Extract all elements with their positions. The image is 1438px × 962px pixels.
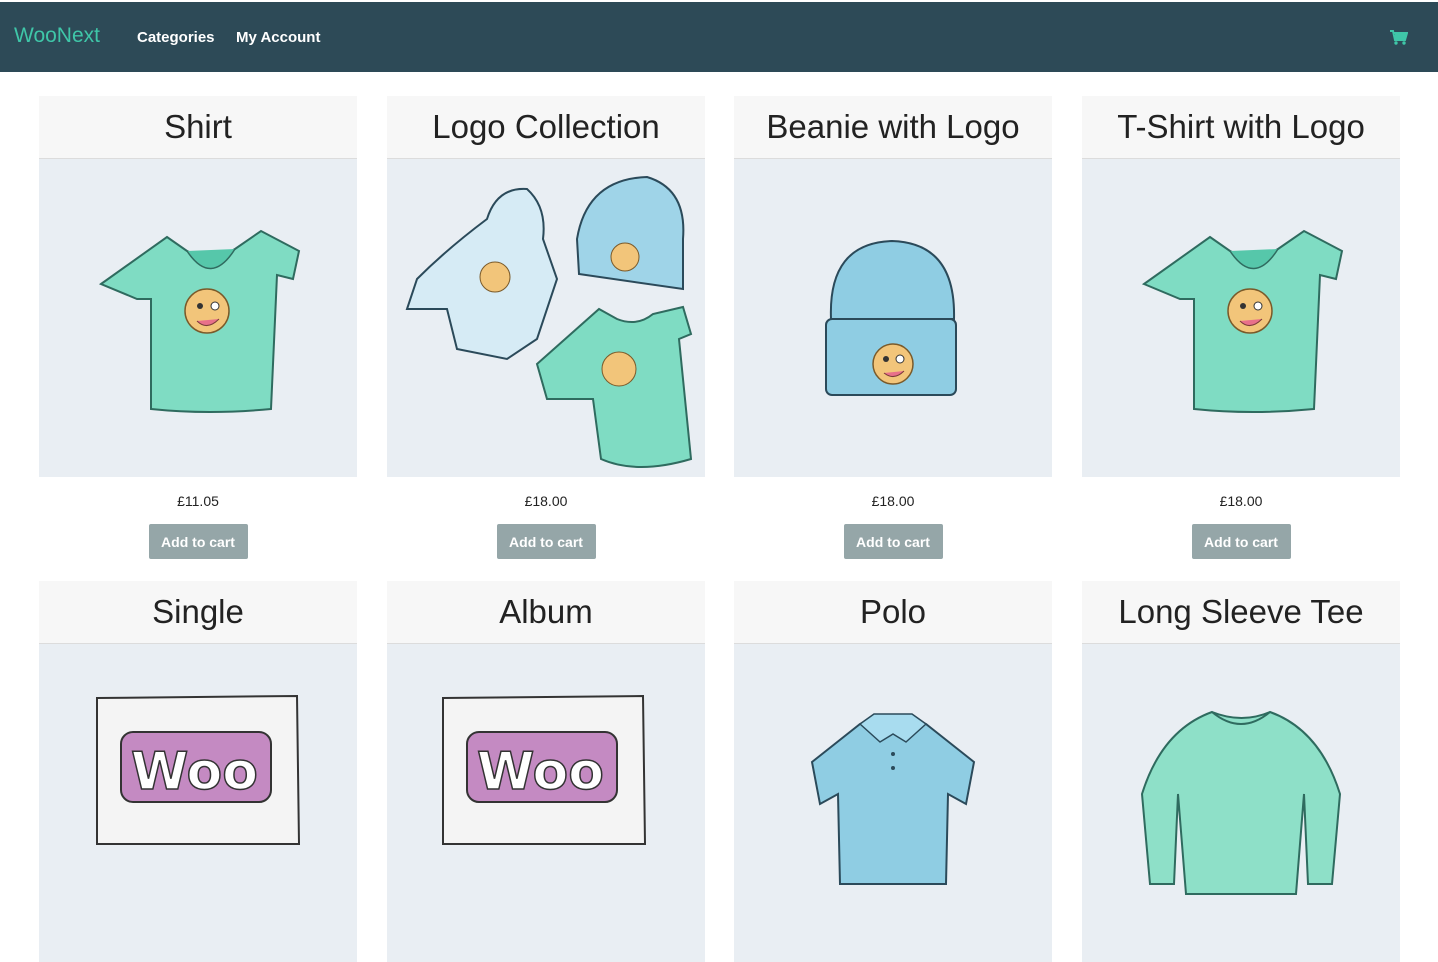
brand-logo[interactable]: WooNext — [14, 24, 100, 48]
product-card: Polo — [734, 581, 1052, 962]
long-sleeve-tee-image[interactable] — [1082, 644, 1400, 962]
woo-single-image[interactable]: Woo — [39, 644, 357, 962]
product-title[interactable]: T-Shirt with Logo — [1082, 96, 1400, 159]
product-title[interactable]: Logo Collection — [387, 96, 705, 159]
tshirt-emoji-image[interactable] — [1082, 159, 1400, 477]
product-card: Single Woo — [39, 581, 357, 962]
woo-album-image[interactable]: Woo — [387, 644, 705, 962]
product-card: Logo Collection £18.00 Add to cart — [387, 96, 705, 559]
beanie-emoji-image[interactable] — [734, 159, 1052, 477]
polo-shirt-image[interactable] — [734, 644, 1052, 962]
product-price: £18.00 — [871, 493, 915, 509]
product-price: £18.00 — [524, 493, 568, 509]
product-title[interactable]: Single — [39, 581, 357, 644]
shopping-cart-icon[interactable] — [1390, 30, 1409, 46]
product-card: T-Shirt with Logo £18.00 Add to cart — [1082, 96, 1400, 559]
add-to-cart-button[interactable]: Add to cart — [496, 524, 596, 559]
add-to-cart-button[interactable]: Add to cart — [1191, 524, 1291, 559]
add-to-cart-button[interactable]: Add to cart — [148, 524, 248, 559]
product-title[interactable]: Long Sleeve Tee — [1082, 581, 1400, 644]
svg-text:Woo: Woo — [477, 742, 604, 802]
top-navbar: WooNext Categories My Account — [0, 2, 1438, 72]
product-card: Beanie with Logo £18.00 Add to cart — [734, 96, 1052, 559]
nav-my-account[interactable]: My Account — [236, 29, 320, 46]
product-card: Shirt £11.05 Add to cart — [39, 96, 357, 559]
add-to-cart-button[interactable]: Add to cart — [843, 524, 943, 559]
product-title[interactable]: Polo — [734, 581, 1052, 644]
product-card: Long Sleeve Tee — [1082, 581, 1400, 962]
hoodie-beanie-tshirt-image[interactable] — [387, 159, 705, 477]
tshirt-emoji-image[interactable] — [39, 159, 357, 477]
svg-text:Woo: Woo — [131, 742, 258, 802]
product-title[interactable]: Shirt — [39, 96, 357, 159]
product-card: Album Woo — [387, 581, 705, 962]
nav-categories[interactable]: Categories — [137, 29, 215, 46]
product-price: £18.00 — [1219, 493, 1263, 509]
product-title[interactable]: Album — [387, 581, 705, 644]
product-price: £11.05 — [177, 493, 219, 509]
product-title[interactable]: Beanie with Logo — [734, 96, 1052, 159]
